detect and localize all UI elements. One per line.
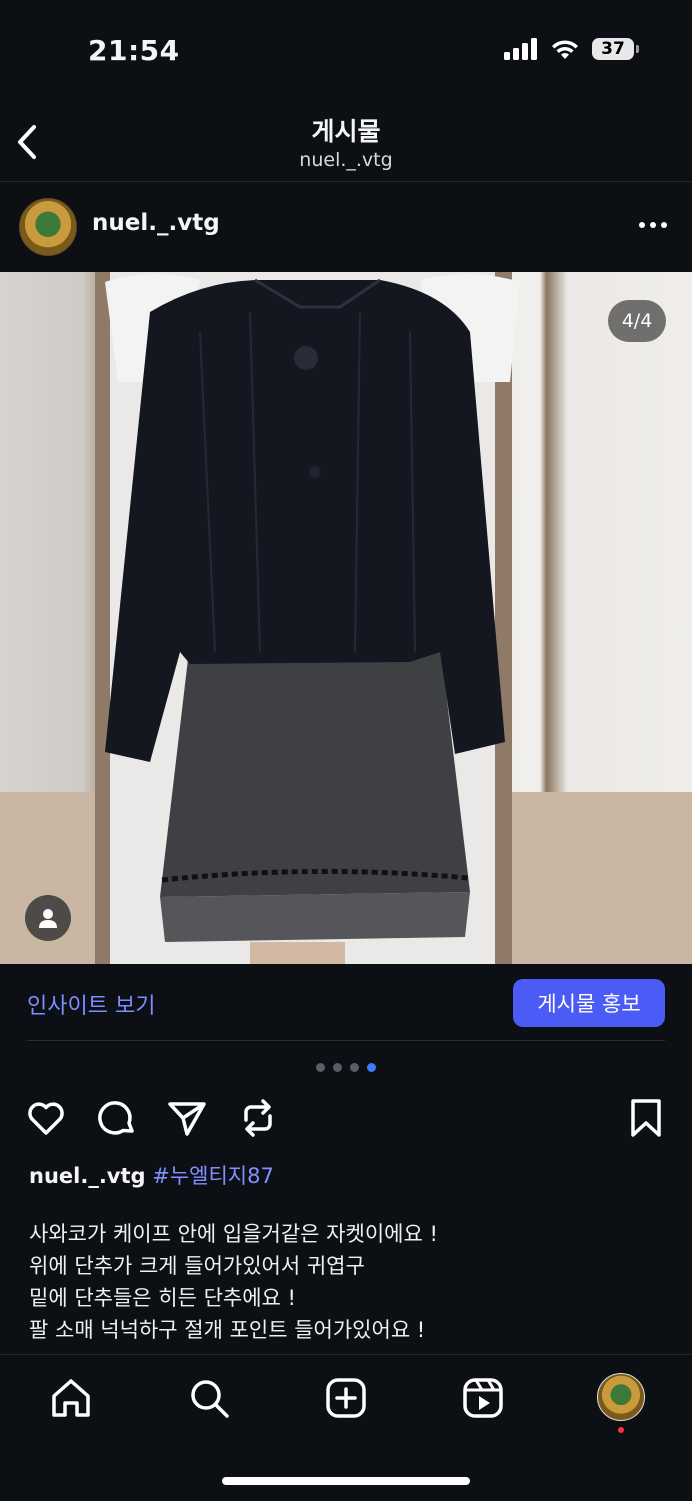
wifi-icon <box>552 40 578 59</box>
bookmark-icon[interactable] <box>624 1096 668 1140</box>
post-image[interactable] <box>0 272 692 964</box>
caption-text: 사와코가 케이프 안에 입을거같은 자켓이에요 ! 위에 단추가 크게 들어가있… <box>29 1218 669 1354</box>
caption-username[interactable]: nuel._.vtg <box>29 1164 146 1188</box>
post-username[interactable]: nuel._.vtg <box>92 210 220 236</box>
carousel-indicator <box>0 1063 692 1072</box>
insights-divider <box>27 1040 665 1041</box>
tag-people-button[interactable] <box>25 895 71 941</box>
profile-avatar[interactable] <box>597 1373 645 1421</box>
more-horizontal-icon[interactable] <box>638 210 668 240</box>
carousel-dot <box>316 1063 325 1072</box>
image-counter-badge: 4/4 <box>608 300 666 342</box>
repost-icon[interactable] <box>236 1096 280 1140</box>
page-subtitle: nuel._.vtg <box>299 149 393 171</box>
caption-line: 팔 소매 넉넉하구 절개 포인트 들어가있어요 ! <box>29 1318 426 1342</box>
header-divider <box>0 181 692 182</box>
promote-post-button[interactable]: 게시물 홍보 <box>513 979 665 1027</box>
battery-indicator: 37 <box>592 38 639 60</box>
create-icon[interactable] <box>324 1376 368 1420</box>
person-icon <box>39 909 57 928</box>
home-indicator <box>222 1477 470 1485</box>
status-time: 21:54 <box>88 34 180 67</box>
carousel-dot-active <box>367 1063 376 1072</box>
status-indicators: 37 <box>504 38 639 60</box>
send-icon[interactable] <box>165 1096 209 1140</box>
carousel-dot <box>350 1063 359 1072</box>
caption-hashtag[interactable]: #누엘티지87 <box>152 1164 274 1188</box>
carousel-dot <box>333 1063 342 1072</box>
comment-icon[interactable] <box>95 1096 139 1140</box>
caption-line: 위에 단추가 크게 들어가있어서 귀엽구 <box>29 1254 365 1278</box>
caption-line: 밑에 단추들은 히든 단추에요 ! <box>29 1286 296 1310</box>
view-insights-link[interactable]: 인사이트 보기 <box>27 988 155 1020</box>
page-title: 게시물 <box>311 117 381 146</box>
home-icon[interactable] <box>49 1376 93 1420</box>
notification-dot <box>618 1427 624 1433</box>
search-icon[interactable] <box>187 1376 231 1420</box>
cellular-signal-icon <box>504 38 537 60</box>
caption-line: 사와코가 케이프 안에 입을거같은 자켓이에요 ! <box>29 1222 438 1246</box>
reels-icon[interactable] <box>461 1376 505 1420</box>
caption-header: nuel._.vtg #누엘티지87 <box>29 1160 274 1190</box>
jacket-photo-illustration <box>0 272 692 964</box>
heart-icon[interactable] <box>24 1096 68 1140</box>
avatar[interactable] <box>19 198 77 256</box>
